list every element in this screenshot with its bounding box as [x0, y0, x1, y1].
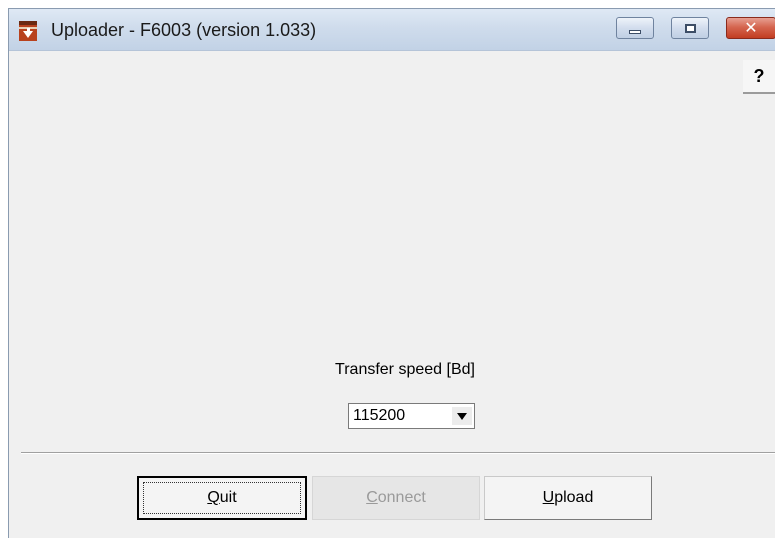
separator — [21, 452, 775, 454]
minimize-button[interactable] — [616, 17, 654, 39]
upload-button[interactable]: Upload — [484, 476, 652, 520]
quit-button[interactable]: Quit — [137, 476, 307, 520]
uploader-window: Uploader - F6003 (version 1.033) ✕ ? Tra… — [8, 8, 775, 538]
transfer-speed-value: 115200 — [353, 407, 406, 424]
transfer-speed-select[interactable]: 115200 — [348, 403, 475, 429]
window-title: Uploader - F6003 (version 1.033) — [51, 20, 317, 40]
close-icon: ✕ — [744, 20, 758, 37]
connect-button-label: Connect — [366, 489, 426, 506]
dropdown-button[interactable] — [452, 407, 472, 425]
focus-rectangle — [143, 482, 301, 514]
transfer-speed-label: Transfer speed [Bd] — [335, 361, 475, 378]
close-button[interactable]: ✕ — [726, 17, 775, 39]
title-bar[interactable]: Uploader - F6003 (version 1.033) ✕ — [9, 9, 775, 51]
upload-arrow-icon[interactable] — [19, 21, 37, 41]
upload-arrow-head — [23, 31, 33, 38]
chevron-down-icon — [457, 412, 467, 420]
upload-button-label: Upload — [542, 489, 594, 506]
help-button[interactable]: ? — [743, 60, 775, 94]
connect-button[interactable]: Connect — [312, 476, 480, 520]
maximize-button[interactable] — [671, 17, 709, 39]
minimize-icon — [629, 30, 641, 34]
maximize-icon — [684, 23, 696, 33]
